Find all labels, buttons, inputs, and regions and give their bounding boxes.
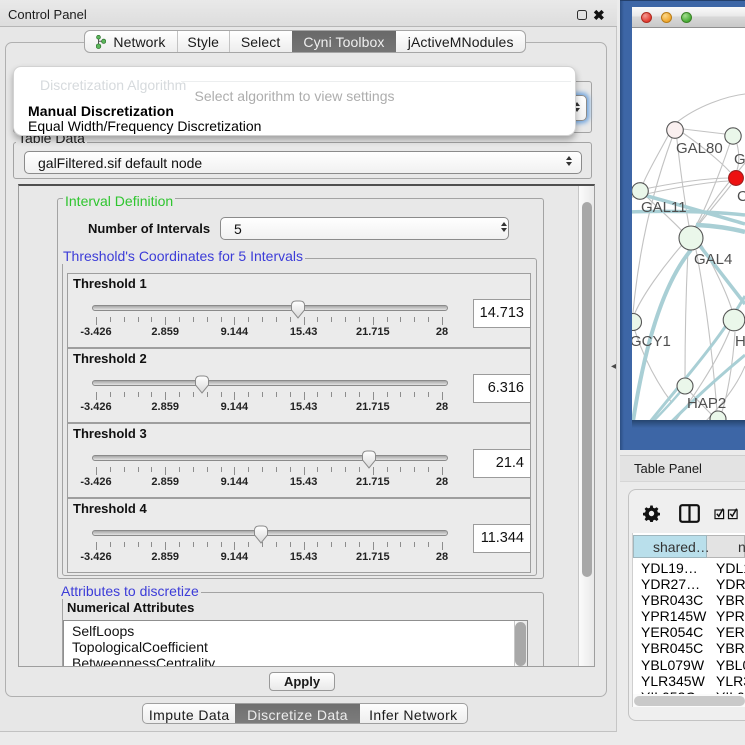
svg-text:GAL80: GAL80: [676, 140, 723, 157]
svg-text:GAL11: GAL11: [641, 199, 687, 216]
svg-text:HAP2: HAP2: [687, 395, 726, 412]
svg-text:GAL4: GAL4: [694, 251, 732, 268]
svg-text:GCY1: GCY1: [632, 333, 671, 350]
svg-text:C: C: [737, 188, 745, 205]
svg-text:G.: G.: [734, 151, 745, 168]
svg-text:H: H: [735, 333, 745, 350]
